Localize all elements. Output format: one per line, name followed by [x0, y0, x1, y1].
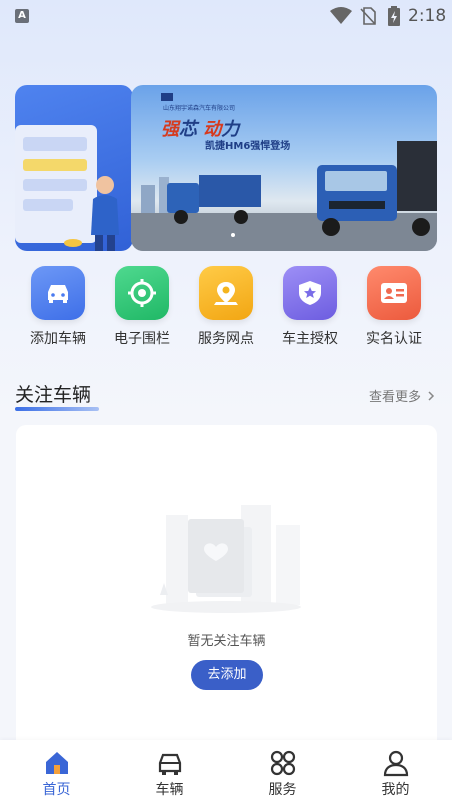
banner-prev-slide[interactable] [15, 85, 133, 251]
tab-vehicles-label: 车辆 [155, 782, 184, 798]
add-vehicle-label: 添加车辆 [30, 331, 86, 347]
geofence-button[interactable]: 电子围栏 [99, 266, 183, 350]
id-card-icon [367, 266, 421, 320]
tab-services-label: 服务 [268, 782, 297, 798]
add-vehicle-cta-button[interactable]: 去添加 [191, 660, 263, 690]
geofence-label: 电子围栏 [114, 331, 170, 347]
no-sim-icon [360, 7, 376, 25]
bottom-tab-bar: 首页 车辆 服务 我的 [0, 740, 452, 805]
home-icon [46, 752, 68, 774]
view-more-link[interactable]: 查看更多 [369, 386, 435, 405]
real-name-verification-label: 实名认证 [366, 331, 422, 347]
tab-profile-label: 我的 [381, 782, 410, 798]
followed-vehicles-card: 暂无关注车辆 去添加 [16, 425, 437, 755]
wifi-icon [330, 7, 352, 24]
phone-illustration [15, 125, 119, 251]
shield-star-icon [283, 266, 337, 320]
app-notification-icon: A [15, 9, 29, 23]
tab-home[interactable]: 首页 [0, 740, 113, 805]
add-vehicle-button[interactable]: 添加车辆 [15, 266, 99, 350]
grid-icon [270, 750, 296, 776]
banner-company-name: 山东翔宇诺森汽车有限公司 [163, 105, 236, 112]
view-more-label: 查看更多 [369, 390, 422, 405]
banner-model-text: 凯捷HM6强悍登场 [205, 141, 291, 152]
tab-home-label: 首页 [42, 782, 71, 798]
owner-authorization-label: 车主授权 [282, 331, 338, 347]
service-points-label: 服务网点 [198, 331, 254, 347]
followed-vehicles-title: 关注车辆 [15, 384, 92, 406]
owner-authorization-button[interactable]: 车主授权 [267, 266, 351, 350]
car-outline-icon [158, 753, 182, 775]
real-name-verification-button[interactable]: 实名认证 [351, 266, 435, 350]
chevron-right-icon [428, 391, 435, 401]
banner-indicator [231, 233, 235, 237]
empty-state-text: 暂无关注车辆 [187, 634, 266, 649]
promo-banner[interactable]: 山东翔宇诺森汽车有限公司 强芯 动力 凯捷HM6强悍登场 [131, 85, 437, 251]
tab-services[interactable]: 服务 [226, 740, 339, 805]
target-icon [115, 266, 169, 320]
battery-charging-icon [388, 6, 400, 26]
title-underline [15, 407, 99, 411]
quick-actions: 添加车辆 电子围栏 服务网点 车主授权 实名认证 [15, 266, 437, 350]
status-time: 2:18 [408, 6, 447, 26]
person-icon [383, 750, 409, 777]
map-pin-icon [199, 266, 253, 320]
tab-vehicles[interactable]: 车辆 [113, 740, 226, 805]
car-icon [31, 266, 85, 320]
service-points-button[interactable]: 服务网点 [183, 266, 267, 350]
status-bar: A 2:18 [0, 0, 452, 34]
empty-state-illustration [151, 505, 301, 613]
tab-profile[interactable]: 我的 [339, 740, 452, 805]
